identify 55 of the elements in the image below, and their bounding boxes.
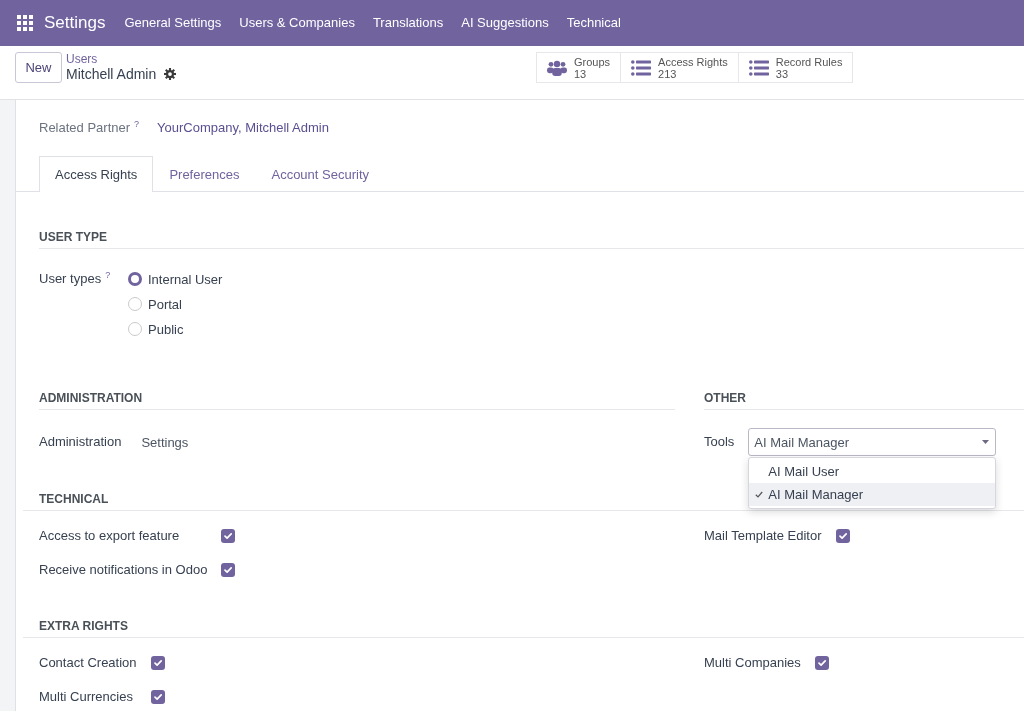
partner-link[interactable]: YourCompany, Mitchell Admin: [157, 119, 329, 137]
menu-item[interactable]: Users & Companies: [230, 8, 364, 38]
checkbox[interactable]: [814, 656, 829, 670]
field-label: Mail Template Editor: [704, 527, 822, 545]
tab[interactable]: Access Rights: [39, 156, 154, 192]
breadcrumb-link[interactable]: Users: [66, 53, 98, 65]
check-icon: [755, 491, 764, 498]
section-title: ADMINISTRATION: [39, 390, 143, 406]
menu-item[interactable]: Technical: [557, 8, 630, 38]
menu-item[interactable]: Translations: [363, 8, 453, 38]
radio-button[interactable]: [128, 297, 142, 311]
field-label: User types: [39, 270, 102, 288]
field-label: Tools: [704, 433, 735, 451]
help-marker[interactable]: ?: [134, 119, 140, 129]
field-label: Administration: [39, 433, 122, 451]
people-icon: [547, 59, 567, 76]
radio-button[interactable]: [128, 272, 142, 286]
help-marker[interactable]: ?: [105, 270, 111, 280]
section-title: EXTRA RIGHTS: [39, 618, 128, 634]
dropdown-option[interactable]: AI Mail Manager: [749, 483, 996, 506]
section-title: OTHER: [704, 390, 746, 406]
smart-button[interactable]: Groups 13: [536, 52, 622, 83]
option-label: Portal: [148, 296, 182, 312]
select-field[interactable]: AI Mail Manager: [748, 428, 997, 456]
field-label: Contact Creation: [39, 654, 137, 672]
checkbox[interactable]: [835, 529, 850, 543]
smart-button[interactable]: Access Rights 213: [621, 52, 739, 83]
tab[interactable]: Account Security: [255, 156, 385, 192]
checkbox[interactable]: [150, 656, 165, 670]
dropdown-option[interactable]: AI Mail User: [749, 460, 996, 483]
field-label: Receive notifications in Odoo: [39, 561, 208, 579]
tab[interactable]: Preferences: [153, 156, 256, 192]
field-label: Related Partner: [39, 119, 131, 137]
field-label: Multi Currencies: [39, 688, 134, 706]
section-title: USER TYPE: [39, 229, 107, 245]
apps-grid-icon[interactable]: [17, 15, 33, 31]
section-title: TECHNICAL: [39, 491, 109, 507]
checkbox[interactable]: [221, 563, 236, 577]
checkbox[interactable]: [150, 690, 165, 704]
checkbox[interactable]: [221, 529, 236, 543]
option-label: Public: [148, 321, 184, 337]
record-title: Mitchell Admin: [66, 65, 157, 83]
list-icon: [631, 59, 652, 76]
smart-button[interactable]: Record Rules 33: [738, 52, 854, 83]
app-title[interactable]: Settings: [44, 13, 106, 33]
menu-item[interactable]: AI Suggestions: [452, 8, 558, 38]
new-button[interactable]: New: [15, 52, 62, 83]
gear-icon[interactable]: [164, 68, 177, 80]
field-label: Access to export feature: [39, 527, 181, 545]
radio-button[interactable]: [128, 322, 142, 336]
field-label: Multi Companies: [704, 654, 801, 672]
list-icon: [748, 59, 769, 76]
option-label: Internal User: [148, 271, 223, 287]
menu-item[interactable]: General Settings: [115, 8, 231, 38]
caret-icon: [982, 440, 990, 444]
